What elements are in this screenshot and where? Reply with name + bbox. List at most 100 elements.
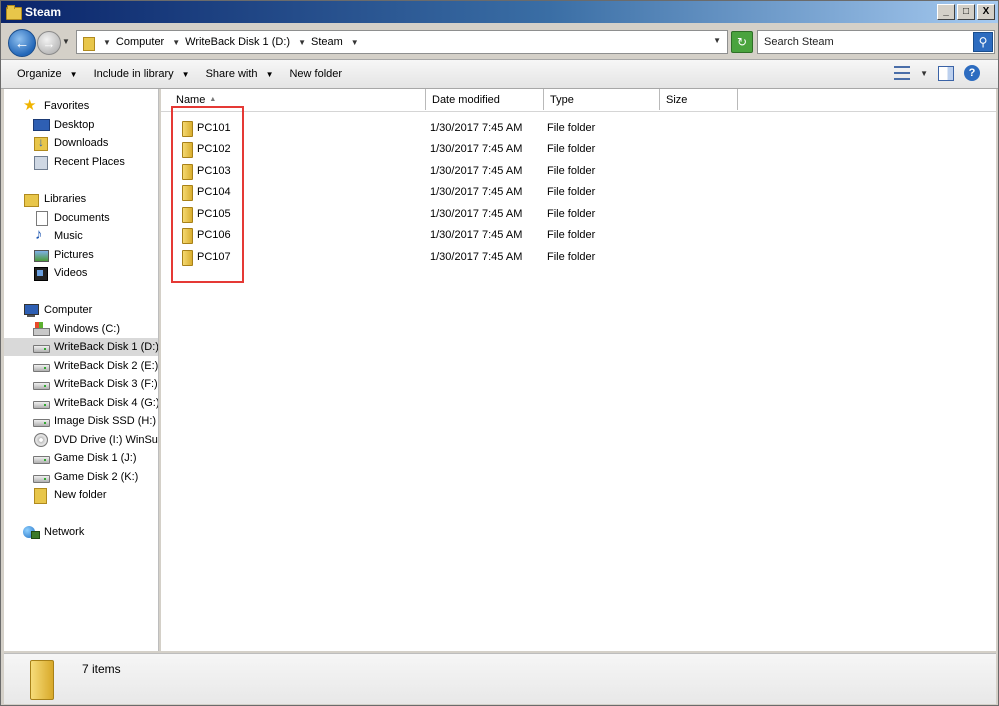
nav-desktop[interactable]: Desktop (4, 116, 158, 134)
address-history-dropdown[interactable]: ▼ (713, 36, 721, 45)
nav-music[interactable]: Music (4, 226, 158, 245)
nav-videos[interactable]: Videos (4, 264, 158, 282)
file-type: File folder (547, 121, 596, 134)
include-in-library-button[interactable]: Include in library ▼ (94, 68, 190, 80)
item-count: 7 items (82, 662, 121, 676)
nav-recent-places[interactable]: Recent Places (4, 153, 158, 171)
nav-drive-h[interactable]: Image Disk SSD (H:) (4, 412, 158, 430)
column-type[interactable]: Type (544, 89, 660, 110)
preview-pane-icon[interactable] (938, 65, 954, 81)
chevron-down-icon[interactable]: ▼ (298, 38, 306, 47)
nav-drive-i[interactable]: DVD Drive (I:) WinSup (4, 431, 158, 449)
breadcrumb-computer[interactable]: Computer (116, 36, 164, 48)
nav-libraries[interactable]: Libraries (4, 190, 158, 208)
file-date: 1/30/2017 7:45 AM (430, 250, 523, 263)
table-row[interactable]: PC101 1/30/2017 7:45 AM File folder (161, 117, 761, 138)
help-icon[interactable]: ? (964, 65, 980, 81)
change-view-icon[interactable] (894, 66, 911, 80)
chevron-down-icon[interactable]: ▼ (351, 38, 359, 47)
navigation-pane[interactable]: Favorites Desktop Downloads Recent Place… (4, 89, 159, 651)
file-type: File folder (547, 207, 596, 220)
close-button[interactable]: X (977, 4, 995, 20)
table-row[interactable]: PC106 1/30/2017 7:45 AM File folder (161, 224, 761, 245)
recent-places-icon (33, 155, 49, 170)
file-date: 1/30/2017 7:45 AM (430, 121, 523, 134)
hard-drive-icon (33, 340, 50, 354)
pictures-icon (33, 248, 49, 262)
details-pane: 7 items (4, 653, 996, 704)
folder-icon (24, 660, 58, 700)
maximize-button[interactable]: □ (957, 4, 975, 20)
nav-drive-k[interactable]: Game Disk 2 (K:) (4, 468, 158, 486)
nav-network[interactable]: Network (4, 523, 158, 541)
folder-icon (6, 5, 22, 20)
table-row[interactable]: PC103 1/30/2017 7:45 AM File folder (161, 160, 761, 181)
forward-button[interactable]: → (37, 31, 61, 55)
share-with-button[interactable]: Share with ▼ (206, 68, 274, 80)
search-input[interactable] (762, 33, 971, 51)
nav-drive-g[interactable]: WriteBack Disk 4 (G:) (4, 394, 158, 412)
nav-computer[interactable]: Computer (4, 301, 158, 319)
nav-favorites[interactable]: Favorites (4, 96, 158, 115)
table-row[interactable]: PC104 1/30/2017 7:45 AM File folder (161, 181, 761, 202)
title-bar[interactable]: Steam _ □ X (1, 1, 998, 23)
nav-downloads[interactable]: Downloads (4, 134, 158, 152)
folder-icon (81, 35, 95, 51)
annotation-highlight-box (171, 106, 244, 283)
libraries-icon (23, 192, 39, 207)
column-header: Name ▲ Date modified Type Size (161, 89, 996, 112)
downloads-icon (33, 135, 49, 151)
file-type: File folder (547, 142, 596, 155)
hard-drive-icon (33, 377, 50, 391)
dvd-drive-icon (33, 433, 49, 447)
organize-button[interactable]: Organize ▼ (17, 68, 78, 80)
windows-drive-icon (33, 322, 50, 336)
view-options-dropdown[interactable]: ▼ (920, 69, 928, 78)
nav-new-folder[interactable]: New folder (4, 486, 158, 504)
file-date: 1/30/2017 7:45 AM (430, 228, 523, 241)
explorer-window: Steam _ □ X ← → ▼ ▼ Computer ▼ WriteBack… (0, 0, 999, 706)
sort-ascending-icon: ▲ (209, 96, 217, 103)
column-size[interactable]: Size (660, 89, 738, 110)
refresh-button[interactable]: ↻ (731, 31, 753, 53)
nav-drive-j[interactable]: Game Disk 1 (J:) (4, 449, 158, 467)
file-type: File folder (547, 185, 596, 198)
chevron-down-icon[interactable]: ▼ (103, 38, 111, 47)
address-row: ← → ▼ ▼ Computer ▼ WriteBack Disk 1 (D:)… (1, 25, 998, 59)
file-list[interactable]: Name ▲ Date modified Type Size PC101 1/30… (161, 89, 996, 651)
recent-pages-dropdown[interactable]: ▼ (62, 37, 70, 46)
column-date-modified[interactable]: Date modified (426, 89, 544, 110)
nav-drive-e[interactable]: WriteBack Disk 2 (E:) (4, 357, 158, 375)
file-date: 1/30/2017 7:45 AM (430, 185, 523, 198)
search-button[interactable]: ⚲ (973, 32, 993, 52)
folder-icon (33, 488, 49, 504)
videos-icon (33, 266, 49, 281)
nav-drive-c[interactable]: Windows (C:) (4, 320, 158, 338)
chevron-down-icon[interactable]: ▼ (172, 38, 180, 47)
minimize-button[interactable]: _ (937, 4, 955, 20)
back-button[interactable]: ← (8, 29, 36, 57)
breadcrumb-writeback-disk-1[interactable]: WriteBack Disk 1 (D:) (185, 36, 290, 48)
table-row[interactable]: PC102 1/30/2017 7:45 AM File folder (161, 138, 761, 159)
star-icon (23, 96, 39, 114)
search-box[interactable]: ⚲ (757, 30, 995, 54)
window-controls: _ □ X (937, 4, 995, 20)
table-row[interactable]: PC105 1/30/2017 7:45 AM File folder (161, 203, 761, 224)
nav-pictures[interactable]: Pictures (4, 246, 158, 264)
search-icon: ⚲ (978, 35, 988, 49)
new-folder-button[interactable]: New folder (289, 68, 342, 80)
new-folder-label: New folder (289, 68, 343, 80)
nav-drive-f[interactable]: WriteBack Disk 3 (F:) (4, 375, 158, 393)
include-in-library-label: Include in library (93, 68, 174, 80)
hard-drive-icon (33, 359, 50, 373)
chevron-down-icon: ▼ (69, 69, 78, 79)
breadcrumb-steam[interactable]: Steam (311, 36, 343, 48)
hard-drive-icon (33, 470, 50, 484)
refresh-icon: ↻ (736, 35, 748, 49)
documents-icon (33, 211, 49, 226)
nav-documents[interactable]: Documents (4, 209, 158, 227)
nav-drive-d[interactable]: WriteBack Disk 1 (D:) (4, 338, 158, 356)
table-row[interactable]: PC107 1/30/2017 7:45 AM File folder (161, 246, 761, 267)
share-with-label: Share with (205, 68, 258, 80)
address-bar[interactable]: ▼ Computer ▼ WriteBack Disk 1 (D:) ▼ Ste… (76, 30, 728, 54)
